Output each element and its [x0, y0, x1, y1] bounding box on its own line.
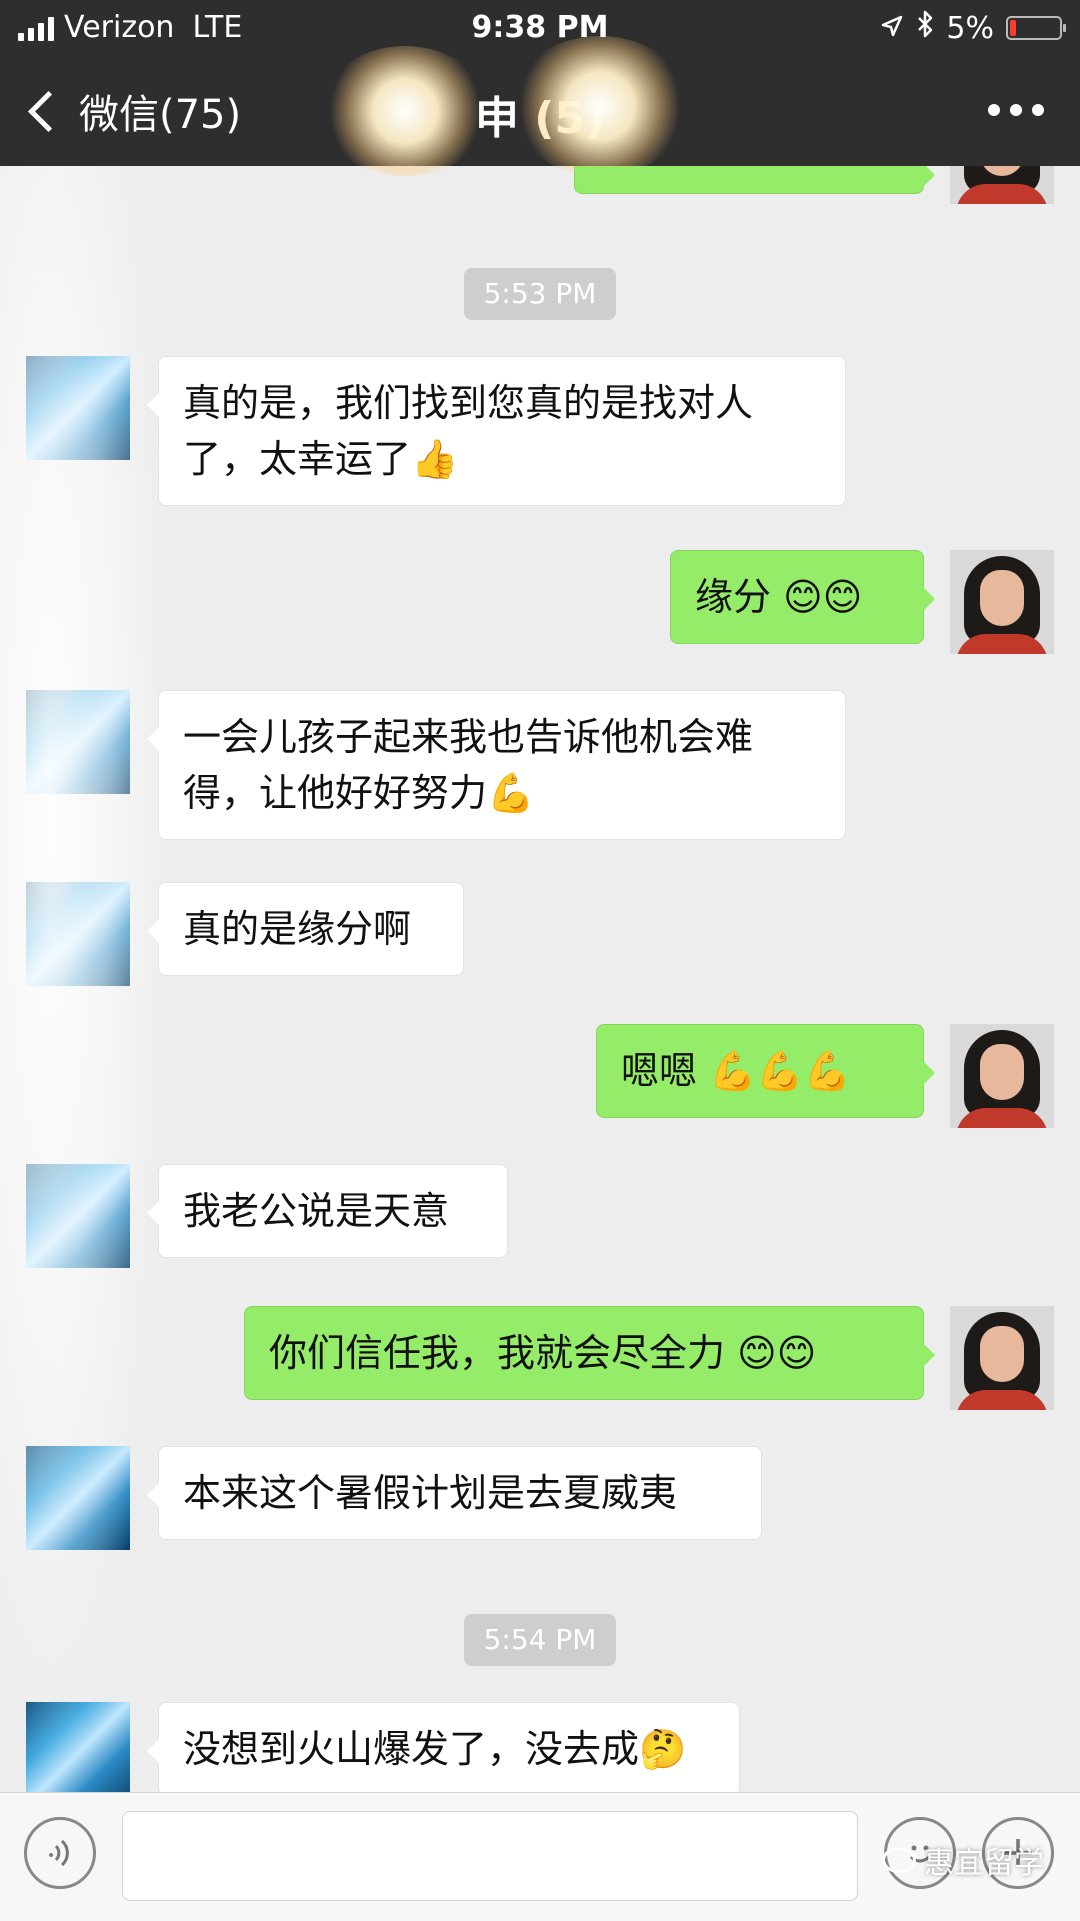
- message-bubble[interactable]: 本来这个暑假计划是去夏威夷: [147, 1446, 762, 1540]
- chat-area[interactable]: 5:53 PM 真的是，我们找到您真的是找对人了，太幸运了👍 缘分 😊😊 一会儿…: [0, 166, 1080, 1792]
- wechat-official-icon: [882, 1847, 916, 1873]
- message-bubble[interactable]: 真的是，我们找到您真的是找对人了，太幸运了👍: [147, 356, 846, 506]
- message-bubble[interactable]: 真的是缘分啊: [147, 882, 464, 976]
- my-avatar[interactable]: [950, 1306, 1054, 1410]
- timestamp: 5:53 PM: [464, 268, 616, 320]
- watermark: 惠宜留学: [882, 1838, 1044, 1882]
- message-bubble[interactable]: 我老公说是天意: [147, 1164, 508, 1258]
- message-bubble[interactable]: 没想到火山爆发了，没去成🤔: [147, 1702, 740, 1792]
- message-bubble[interactable]: 缘分 😊😊: [670, 550, 935, 644]
- battery-icon: [1006, 16, 1066, 40]
- contact-avatar[interactable]: [26, 882, 130, 986]
- contact-avatar[interactable]: [26, 1446, 130, 1550]
- battery-percent: 5%: [946, 10, 994, 46]
- sparkle-overlay: [320, 46, 490, 176]
- message-bubble[interactable]: 嗯嗯 💪💪💪: [596, 1024, 935, 1118]
- message-bubble[interactable]: 你们信任我，我就会尽全力 😊😊: [244, 1306, 935, 1400]
- chat-header: 微信(75) 申 (5): [0, 36, 1080, 176]
- message-bubble-partial[interactable]: [574, 166, 935, 194]
- contact-avatar[interactable]: [26, 1164, 130, 1268]
- my-avatar[interactable]: [950, 550, 1054, 654]
- contact-avatar[interactable]: [26, 1702, 130, 1792]
- voice-icon[interactable]: [24, 1817, 96, 1889]
- bluetooth-icon: [916, 10, 934, 46]
- watermark-text: 惠宜留学: [924, 1846, 1044, 1881]
- more-icon[interactable]: [988, 104, 1044, 116]
- my-avatar[interactable]: [950, 166, 1054, 204]
- timestamp: 5:54 PM: [464, 1614, 616, 1666]
- message-input[interactable]: [122, 1811, 858, 1901]
- sparkle-overlay: [510, 36, 690, 176]
- status-bar: Verizon LTE 9:38 PM 5%: [0, 0, 1080, 56]
- message-bubble[interactable]: 一会儿孩子起来我也告诉他机会难得，让他好好努力💪: [147, 690, 846, 840]
- contact-avatar[interactable]: [26, 356, 130, 460]
- location-icon: [880, 11, 904, 46]
- my-avatar[interactable]: [950, 1024, 1054, 1128]
- contact-avatar[interactable]: [26, 690, 130, 794]
- status-right: 5%: [880, 10, 1066, 46]
